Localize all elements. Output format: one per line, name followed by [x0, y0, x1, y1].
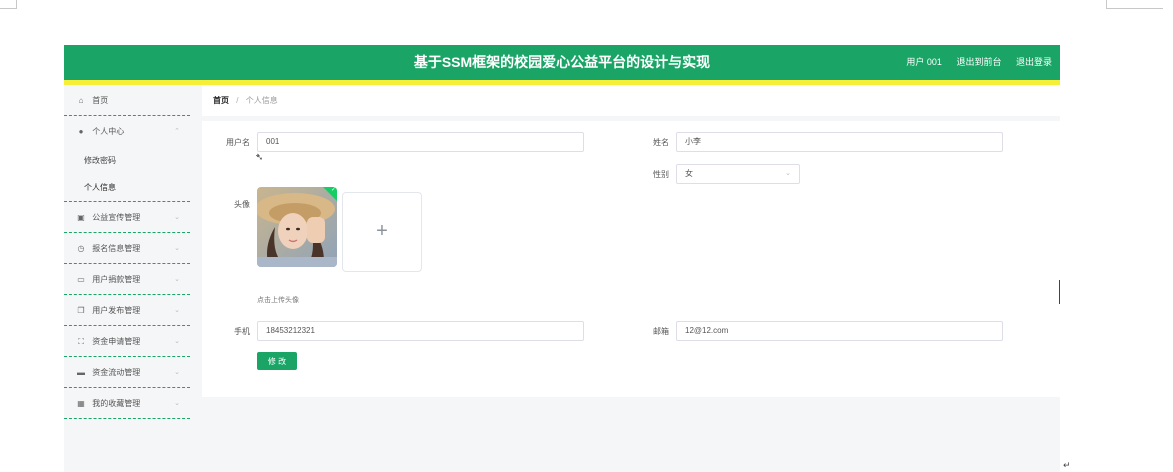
sidebar-item-label: 资金申请管理	[92, 337, 141, 346]
chevron-down-icon: ⌄	[174, 245, 180, 252]
sidebar-item-label: 用户捐款管理	[92, 275, 141, 284]
sidebar-subitem-change-password[interactable]: 修改密码	[64, 147, 190, 174]
app-window: 基于SSM框架的校园爱心公益平台的设计与实现 用户 001 退出到前台 退出登录…	[64, 45, 1060, 472]
chevron-down-icon: ⌄	[174, 338, 180, 345]
avatar-label: 头像	[234, 200, 250, 209]
sidebar-item-fund-flow[interactable]: ▬ 资金流动管理 ⌄	[64, 357, 190, 388]
chevron-down-icon: ⌄	[785, 170, 791, 177]
clock-icon: ◷	[77, 244, 85, 253]
avatar-image[interactable]: ✓	[257, 187, 337, 267]
sidebar-item-label: 报名信息管理	[92, 244, 141, 253]
breadcrumb-current: 个人信息	[245, 96, 278, 105]
chevron-down-icon: ⌄	[174, 369, 180, 376]
sidebar-item-label: 公益宣传管理	[92, 213, 141, 222]
gender-select[interactable]: 女 ⌄	[676, 164, 800, 184]
chevron-down-icon: ⌄	[174, 307, 180, 314]
paragraph-mark-icon: ↵	[1063, 460, 1071, 470]
sidebar: ⌂ 首页 ● 个人中心 ⌃ 修改密码 个人信息 ▣ 公益宣传管理 ⌄ ◷ 报名信…	[64, 85, 190, 472]
sidebar-item-label: 我的收藏管理	[92, 399, 141, 408]
sidebar-item-registration-info[interactable]: ◷ 报名信息管理 ⌄	[64, 233, 190, 264]
current-user: 用户 001	[906, 57, 942, 67]
chevron-down-icon: ⌄	[174, 400, 180, 407]
sidebar-subitem-personal-info[interactable]: 个人信息	[64, 174, 190, 202]
username-label: 用户名	[226, 138, 250, 147]
chevron-up-icon: ⌃	[174, 128, 180, 135]
top-bar: 基于SSM框架的校园爱心公益平台的设计与实现 用户 001 退出到前台 退出登录	[64, 45, 1060, 80]
sidebar-item-home[interactable]: ⌂ 首页	[64, 85, 190, 116]
text-cursor-mark	[1059, 280, 1060, 304]
sidebar-item-user-donations[interactable]: ▭ 用户捐款管理 ⌄	[64, 264, 190, 295]
sidebar-item-label: 资金流动管理	[92, 368, 141, 377]
back-to-front-link[interactable]: 退出到前台	[956, 57, 1001, 67]
username-field[interactable]: 001	[257, 132, 584, 152]
avatar-upload-button[interactable]: +	[342, 192, 422, 272]
breadcrumb-home[interactable]: 首页	[213, 96, 229, 105]
upload-hint: 点击上传头像	[257, 297, 299, 304]
sidebar-item-fund-applications[interactable]: ⛶ 资金申请管理 ⌄	[64, 326, 190, 357]
chevron-down-icon: ⌄	[174, 276, 180, 283]
phone-label: 手机	[234, 327, 250, 336]
phone-field[interactable]: 18453212321	[257, 321, 584, 341]
document-corner-mark	[0, 0, 17, 9]
sidebar-item-my-favorites[interactable]: ▦ 我的收藏管理 ⌄	[64, 388, 190, 419]
sidebar-item-label: 首页	[92, 96, 109, 105]
name-label: 姓名	[653, 138, 669, 147]
grid-icon: ▦	[77, 399, 85, 408]
home-icon: ⌂	[78, 96, 84, 105]
top-right-links: 用户 001 退出到前台 退出登录	[894, 45, 1052, 80]
chat-icon: ▭	[77, 275, 85, 284]
name-field[interactable]: 小李	[676, 132, 1003, 152]
profile-form: 用户名 001 姓名 小李 性别 女 ⌄ 头像 ✓ + 点击上传头像 手机 18…	[202, 121, 1060, 397]
sidebar-item-personal-center[interactable]: ● 个人中心 ⌃	[64, 116, 190, 147]
breadcrumb-separator: /	[236, 96, 239, 105]
mouse-cursor-icon: ➴	[255, 152, 264, 163]
breadcrumb: 首页 / 个人信息	[202, 85, 1060, 116]
sidebar-item-label: 个人中心	[92, 127, 125, 136]
logout-link[interactable]: 退出登录	[1016, 57, 1052, 67]
copy-icon: ❐	[77, 306, 85, 315]
main-content: 首页 / 个人信息 用户名 001 姓名 小李 性别 女 ⌄ 头像 ✓ + 点击…	[202, 85, 1060, 472]
check-icon: ✓	[330, 187, 336, 193]
user-icon: ●	[78, 127, 84, 136]
email-label: 邮箱	[653, 327, 669, 336]
email-field[interactable]: 12@12.com	[676, 321, 1003, 341]
gender-select-value: 女	[685, 169, 693, 178]
sidebar-item-user-posts[interactable]: ❐ 用户发布管理 ⌄	[64, 295, 190, 326]
briefcase-icon: ▬	[77, 368, 85, 377]
document-icon: ▣	[77, 213, 85, 222]
fullscreen-icon: ⛶	[78, 337, 84, 346]
sidebar-item-charity-promotion[interactable]: ▣ 公益宣传管理 ⌄	[64, 202, 190, 233]
submit-button[interactable]: 修 改	[257, 352, 297, 370]
document-corner-mark	[1106, 0, 1163, 9]
chevron-down-icon: ⌄	[174, 214, 180, 221]
gender-label: 性别	[653, 170, 669, 179]
sidebar-item-label: 用户发布管理	[92, 306, 141, 315]
